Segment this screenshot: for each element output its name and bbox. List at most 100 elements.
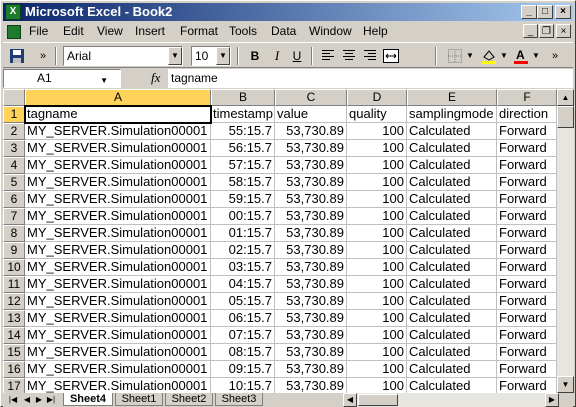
table-cell[interactable]: Forward	[497, 242, 557, 259]
column-header-d[interactable]: D	[347, 89, 407, 106]
italic-button[interactable]: I	[267, 46, 287, 66]
font-size-select[interactable]: 10 ▼	[191, 46, 231, 66]
table-cell[interactable]: 100	[347, 191, 407, 208]
table-cell[interactable]: MY_SERVER.Simulation00001	[25, 123, 211, 140]
table-cell[interactable]: Calculated	[407, 361, 497, 378]
table-cell[interactable]: 53,730.89	[275, 310, 347, 327]
table-cell[interactable]: 02:15.7	[211, 242, 275, 259]
close-button[interactable]: ×	[555, 5, 571, 19]
table-cell[interactable]: 53,730.89	[275, 259, 347, 276]
table-cell[interactable]: Forward	[497, 378, 557, 393]
row-header[interactable]: 5	[3, 174, 25, 191]
row-header[interactable]: 12	[3, 293, 25, 310]
menu-tools[interactable]: Tools	[229, 24, 257, 39]
menu-window[interactable]: Window	[309, 24, 352, 39]
header-cell[interactable]: tagname	[25, 106, 211, 123]
table-cell[interactable]: 53,730.89	[275, 191, 347, 208]
scroll-thumb[interactable]	[557, 106, 574, 128]
table-cell[interactable]: 100	[347, 293, 407, 310]
table-cell[interactable]: Calculated	[407, 378, 497, 393]
table-cell[interactable]: MY_SERVER.Simulation00001	[25, 157, 211, 174]
table-cell[interactable]: Forward	[497, 344, 557, 361]
doc-restore-button[interactable]: ❐	[539, 24, 554, 38]
table-cell[interactable]: 53,730.89	[275, 225, 347, 242]
scroll-right-icon[interactable]: ▶	[545, 393, 559, 407]
table-cell[interactable]: 53,730.89	[275, 140, 347, 157]
table-cell[interactable]: Forward	[497, 208, 557, 225]
table-cell[interactable]: MY_SERVER.Simulation00001	[25, 140, 211, 157]
row-header[interactable]: 7	[3, 208, 25, 225]
fill-color-icon[interactable]	[479, 46, 499, 66]
column-header-e[interactable]: E	[407, 89, 497, 106]
table-cell[interactable]: Calculated	[407, 225, 497, 242]
fx-icon[interactable]: fx	[151, 70, 160, 86]
table-cell[interactable]: MY_SERVER.Simulation00001	[25, 276, 211, 293]
table-cell[interactable]: 53,730.89	[275, 276, 347, 293]
table-cell[interactable]: 100	[347, 327, 407, 344]
row-header[interactable]: 13	[3, 310, 25, 327]
table-cell[interactable]: 03:15.7	[211, 259, 275, 276]
table-cell[interactable]: 100	[347, 378, 407, 393]
doc-close-button[interactable]: ×	[556, 24, 571, 38]
menu-file[interactable]: File	[29, 24, 48, 39]
table-cell[interactable]: Forward	[497, 174, 557, 191]
table-cell[interactable]: MY_SERVER.Simulation00001	[25, 310, 211, 327]
align-center-icon[interactable]	[339, 46, 359, 66]
table-cell[interactable]: 53,730.89	[275, 361, 347, 378]
table-cell[interactable]: 100	[347, 174, 407, 191]
row-header[interactable]: 10	[3, 259, 25, 276]
align-right-icon[interactable]	[359, 46, 379, 66]
table-cell[interactable]: MY_SERVER.Simulation00001	[25, 344, 211, 361]
name-box[interactable]: A1 ▼	[3, 69, 121, 88]
table-cell[interactable]: Forward	[497, 225, 557, 242]
table-cell[interactable]: 08:15.7	[211, 344, 275, 361]
table-cell[interactable]: 53,730.89	[275, 378, 347, 393]
formula-input[interactable]: tagname	[168, 69, 573, 88]
table-cell[interactable]: Calculated	[407, 174, 497, 191]
table-cell[interactable]: 53,730.89	[275, 293, 347, 310]
table-cell[interactable]: 100	[347, 123, 407, 140]
table-cell[interactable]: Calculated	[407, 293, 497, 310]
table-cell[interactable]: Calculated	[407, 157, 497, 174]
chevron-down-icon[interactable]: ▼	[216, 47, 230, 65]
table-cell[interactable]: 100	[347, 259, 407, 276]
minimize-button[interactable]: _	[521, 5, 537, 19]
table-cell[interactable]: 56:15.7	[211, 140, 275, 157]
table-cell[interactable]: Calculated	[407, 310, 497, 327]
tab-sheet1[interactable]: Sheet1	[115, 393, 163, 406]
table-cell[interactable]: Calculated	[407, 123, 497, 140]
table-cell[interactable]: 100	[347, 310, 407, 327]
row-header[interactable]: 2	[3, 123, 25, 140]
row-header[interactable]: 6	[3, 191, 25, 208]
font-color-dropdown-icon[interactable]: ▼	[531, 46, 541, 66]
column-header-c[interactable]: C	[275, 89, 347, 106]
menu-view[interactable]: View	[97, 24, 123, 39]
header-cell[interactable]: samplingmode	[407, 106, 497, 123]
table-cell[interactable]: 100	[347, 361, 407, 378]
table-cell[interactable]: 100	[347, 140, 407, 157]
table-cell[interactable]: 58:15.7	[211, 174, 275, 191]
table-cell[interactable]: MY_SERVER.Simulation00001	[25, 327, 211, 344]
table-cell[interactable]: Calculated	[407, 140, 497, 157]
table-cell[interactable]: Calculated	[407, 344, 497, 361]
tab-sheet4[interactable]: Sheet4	[63, 393, 113, 406]
menu-format[interactable]: Format	[180, 24, 218, 39]
row-header[interactable]: 9	[3, 242, 25, 259]
row-header[interactable]: 14	[3, 327, 25, 344]
menu-insert[interactable]: Insert	[135, 24, 165, 39]
font-name-select[interactable]: Arial ▼	[63, 46, 183, 66]
table-cell[interactable]: Calculated	[407, 242, 497, 259]
row-header[interactable]: 11	[3, 276, 25, 293]
save-icon[interactable]	[7, 46, 27, 66]
table-cell[interactable]: Forward	[497, 361, 557, 378]
row-header[interactable]: 16	[3, 361, 25, 378]
row-header[interactable]: 17	[3, 378, 25, 393]
header-cell[interactable]: quality	[347, 106, 407, 123]
bold-button[interactable]: B	[245, 46, 265, 66]
header-cell[interactable]: direction	[497, 106, 557, 123]
horizontal-scrollbar[interactable]: ◀ ▶	[343, 393, 559, 407]
table-cell[interactable]: 10:15.7	[211, 378, 275, 393]
table-cell[interactable]: 100	[347, 157, 407, 174]
borders-dropdown-icon[interactable]: ▼	[465, 46, 475, 66]
table-cell[interactable]: 100	[347, 276, 407, 293]
